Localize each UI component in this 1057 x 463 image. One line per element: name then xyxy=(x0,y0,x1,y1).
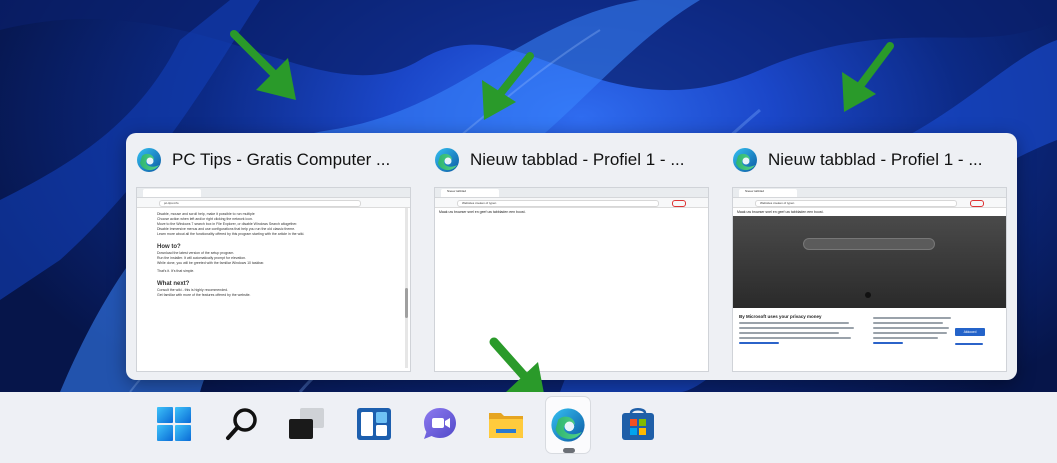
store-icon xyxy=(622,408,654,440)
preview-screenshot-1: pc-tips.info Disable, mouse and scroll h… xyxy=(136,187,411,372)
preview-line: Get familiar with more of the features o… xyxy=(157,293,251,297)
active-app-indicator xyxy=(563,448,575,453)
edge-button[interactable] xyxy=(546,397,590,453)
preview-screenshot-2: Nieuw tabblad Websites zoeken of typen M… xyxy=(434,187,709,372)
preview-url-1: pc-tips.info xyxy=(164,201,179,205)
widgets-icon xyxy=(357,408,391,440)
file-explorer-button[interactable] xyxy=(484,402,528,446)
teams-chat-icon xyxy=(424,408,456,439)
preview-window-2[interactable]: Nieuw tabblad - Profiel 1 - ... Nieuw ta… xyxy=(424,133,714,380)
windows-logo-icon xyxy=(157,407,191,441)
edge-icon xyxy=(733,148,757,172)
preview-heading: How to? xyxy=(157,244,181,250)
start-button[interactable] xyxy=(152,402,196,446)
preview-title-2: Nieuw tabblad - Profiel 1 - ... xyxy=(470,150,685,169)
folder-icon xyxy=(489,413,523,438)
preview-url-2: Websites zoeken of typen xyxy=(462,201,497,205)
preview-line: While done, you will be greeted with the… xyxy=(157,261,265,265)
preview-banner: Maak uw browser snel en geef uw tabblade… xyxy=(439,210,526,214)
preview-heading: What next? xyxy=(157,281,190,287)
task-view-button[interactable] xyxy=(284,402,328,446)
search-icon xyxy=(226,408,257,440)
edge-icon xyxy=(435,148,459,172)
preview-title-1: PC Tips - Gratis Computer ... xyxy=(172,150,391,169)
preview-line: That's it. It's that simple. xyxy=(157,269,195,273)
preview-tab-label: Nieuw tabblad xyxy=(447,189,467,193)
preview-window-1[interactable]: PC Tips - Gratis Computer ... pc-tips.in… xyxy=(126,133,416,380)
preview-tab-label: Nieuw tabblad xyxy=(745,189,765,193)
store-button[interactable] xyxy=(616,402,660,446)
taskbar-preview-panel: PC Tips - Gratis Computer ... pc-tips.in… xyxy=(126,133,1017,380)
preview-privacy-title: By Microsoft uses your privacy money xyxy=(739,314,822,319)
edge-icon xyxy=(137,148,161,172)
task-view-icon xyxy=(289,408,324,439)
search-button[interactable] xyxy=(220,402,264,446)
preview-url-3: Websites zoeken of typen xyxy=(760,201,795,205)
teams-chat-button[interactable] xyxy=(418,402,462,446)
preview-line: Learn more about all the functionality o… xyxy=(157,232,305,236)
preview-screenshot-3: Nieuw tabblad Websites zoeken of typen M… xyxy=(732,187,1007,372)
preview-window-3[interactable]: Nieuw tabblad - Profiel 1 - ... Nieuw ta… xyxy=(722,133,1012,380)
preview-privacy-button: Akkoord xyxy=(955,328,985,336)
widgets-button[interactable] xyxy=(352,402,396,446)
preview-title-3: Nieuw tabblad - Profiel 1 - ... xyxy=(768,150,983,169)
edge-icon xyxy=(551,408,585,442)
